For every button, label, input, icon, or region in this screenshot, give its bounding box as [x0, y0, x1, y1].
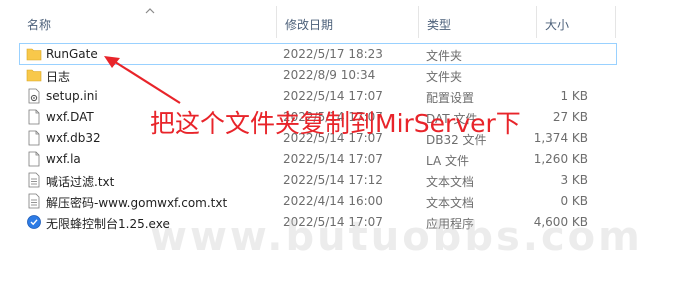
file-name: 解压密码-www.gomwxf.com.txt: [46, 196, 228, 210]
folder-icon: [26, 69, 42, 82]
left-margin: [0, 0, 10, 291]
column-divider[interactable]: [418, 6, 419, 38]
sort-ascending-icon[interactable]: [145, 6, 155, 16]
column-header: 名称 修改日期 类型 大小: [0, 0, 700, 38]
file-size: 3 KB: [560, 173, 588, 187]
column-date-header[interactable]: 修改日期: [285, 16, 333, 33]
file-type: 文件夹: [426, 49, 463, 63]
column-size-header[interactable]: 大小: [545, 16, 569, 33]
file-name: setup.ini: [46, 89, 98, 103]
file-size: 1 KB: [560, 89, 588, 103]
file-name: wxf.DAT: [46, 110, 94, 124]
text-file-icon: [28, 172, 40, 188]
file-row[interactable]: 解压密码-www.gomwxf.com.txt 2022/4/14 16:00 …: [20, 191, 616, 211]
text-file-icon: [28, 193, 40, 209]
file-date: 2022/5/14 17:07: [283, 152, 383, 166]
file-size: 0 KB: [560, 194, 588, 208]
file-name: 日志: [46, 70, 71, 84]
annotation-arrow: [104, 56, 181, 104]
file-icon: [28, 109, 40, 125]
file-name: 喊话过滤.txt: [46, 175, 115, 189]
annotation-text: 把这个文件夹复制到MirServer下: [150, 109, 521, 138]
column-divider[interactable]: [536, 6, 537, 38]
column-name-header[interactable]: 名称: [27, 16, 51, 33]
app-icon: [27, 215, 41, 229]
file-name: RunGate: [46, 47, 98, 61]
file-icon: [28, 130, 40, 146]
watermark-text: www.butuobbs.com: [150, 214, 643, 260]
file-name: wxf.la: [46, 152, 81, 166]
file-date: 2022/5/14 17:07: [283, 89, 383, 103]
file-date: 2022/4/14 16:00: [283, 194, 383, 208]
file-row[interactable]: wxf.la 2022/5/14 17:07 LA 文件 1,260 KB: [20, 149, 616, 169]
file-size: 1,260 KB: [533, 152, 588, 166]
column-type-header[interactable]: 类型: [427, 16, 451, 33]
file-date: 2022/8/9 10:34: [283, 68, 376, 82]
file-name: wxf.db32: [46, 131, 101, 145]
file-type: 文本文档: [426, 175, 475, 189]
folder-icon: [26, 48, 42, 61]
file-type: 文本文档: [426, 196, 475, 210]
column-divider[interactable]: [615, 6, 616, 38]
file-date: 2022/5/17 18:23: [283, 47, 383, 61]
file-type: LA 文件: [426, 154, 469, 168]
file-size: 27 KB: [552, 110, 588, 124]
column-divider[interactable]: [276, 6, 277, 38]
settings-file-icon: [28, 88, 40, 104]
file-type: 文件夹: [426, 70, 463, 84]
file-icon: [28, 151, 40, 167]
file-size: 1,374 KB: [533, 131, 588, 145]
file-date: 2022/5/14 17:12: [283, 173, 383, 187]
file-row[interactable]: 喊话过滤.txt 2022/5/14 17:12 文本文档 3 KB: [20, 170, 616, 190]
